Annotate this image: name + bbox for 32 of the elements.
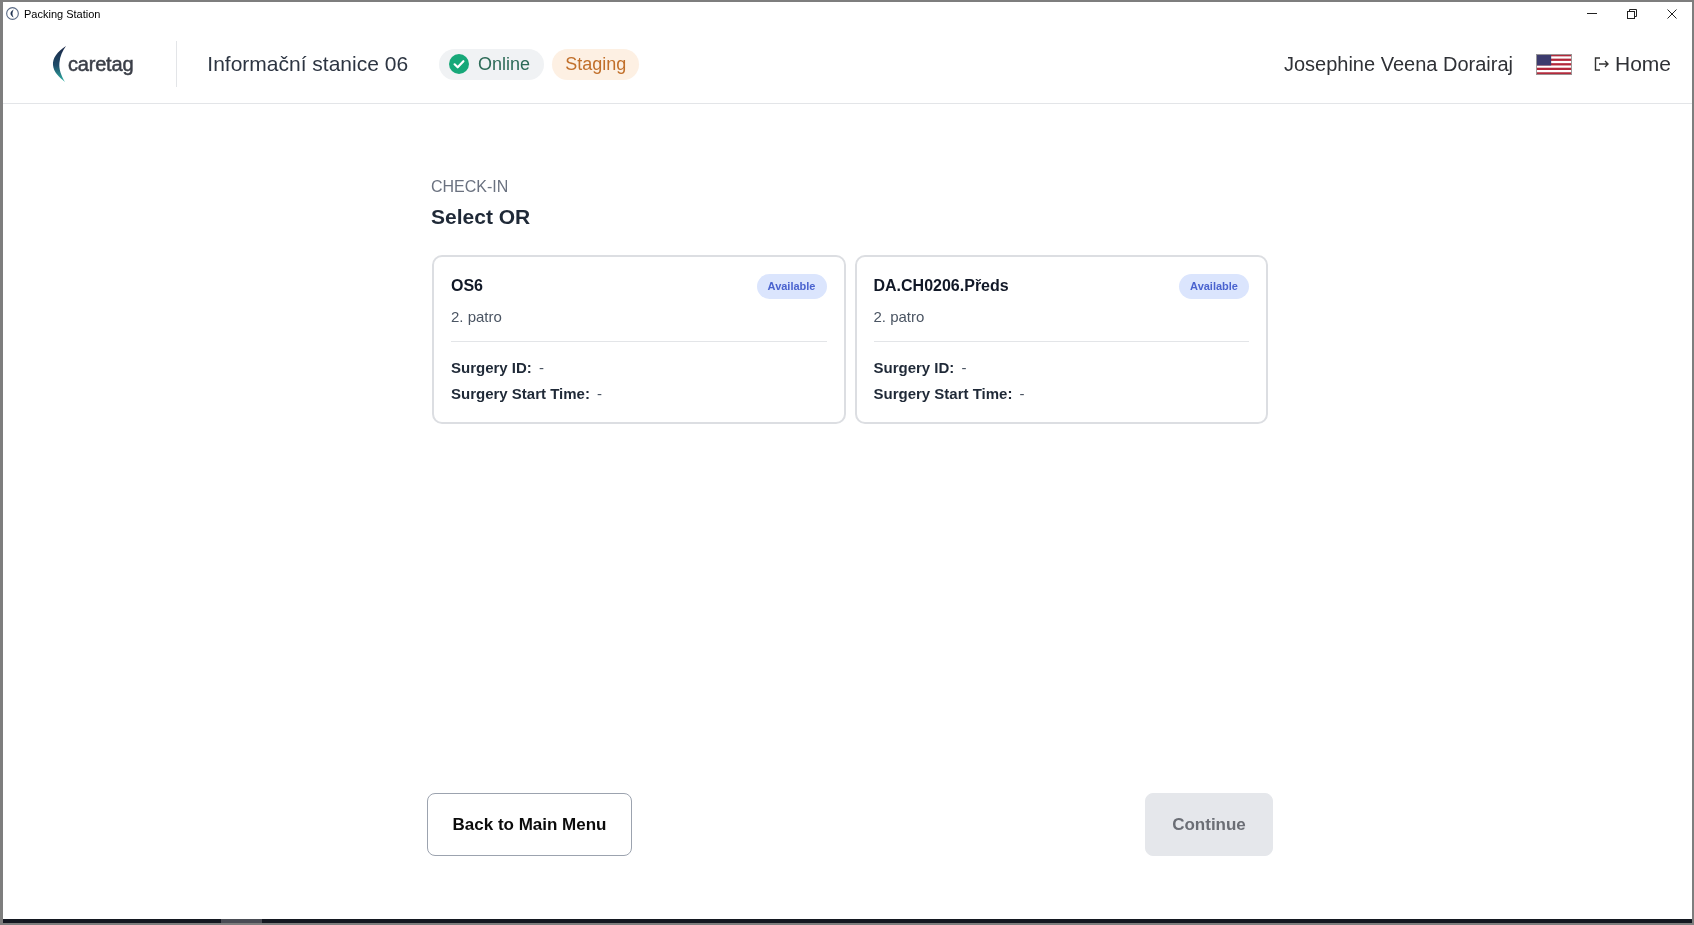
detail-line: Surgery Start Time: - xyxy=(451,384,603,404)
check-circle-icon xyxy=(449,54,470,74)
detail-line: Surgery ID: - xyxy=(873,358,967,378)
status-badge: Staging xyxy=(552,48,640,80)
home-button[interactable]: Home xyxy=(1593,52,1671,76)
section-eyebrow: CHECK-IN xyxy=(430,177,510,197)
room-name: OS6 xyxy=(451,277,483,295)
status-badge: Available xyxy=(1179,273,1249,299)
detail-line: Surgery ID: - xyxy=(451,358,545,378)
language-button[interactable] xyxy=(1535,53,1572,75)
window-title: Packing Station xyxy=(24,7,101,20)
room-card[interactable]: DA.CH0206.Předs Available 2. patro Surgery ID: - Surgery Start Time: - xyxy=(854,255,1268,424)
status-badge: Available xyxy=(756,273,827,299)
detail-line: Surgery Start Time: - xyxy=(873,384,1025,404)
restore-icon xyxy=(1627,8,1637,19)
close-icon xyxy=(1667,8,1677,19)
page-heading: Select OR xyxy=(430,204,532,230)
crescent-icon xyxy=(52,46,67,82)
user-name: Josephine Veena Dorairaj xyxy=(1283,52,1513,76)
back-button[interactable]: Back to Main Menu xyxy=(427,793,632,856)
room-location: 2. patro xyxy=(873,307,926,327)
scrollbar-thumb[interactable] xyxy=(221,919,262,923)
room-name: DA.CH0206.Předs xyxy=(873,277,1009,295)
flag-icon xyxy=(1535,53,1572,75)
station-name: Informační stanice 06 xyxy=(207,52,409,76)
logo-text: caretag xyxy=(68,52,134,76)
exit-arrow-icon xyxy=(1593,57,1609,71)
room-card[interactable]: OS6 Available 2. patro Surgery ID: - Surgery Start Time: - xyxy=(432,255,846,424)
status-badge: Online xyxy=(439,48,545,80)
minimize-icon xyxy=(1587,13,1597,14)
app-icon xyxy=(6,7,19,20)
room-location: 2. patro xyxy=(451,307,503,327)
